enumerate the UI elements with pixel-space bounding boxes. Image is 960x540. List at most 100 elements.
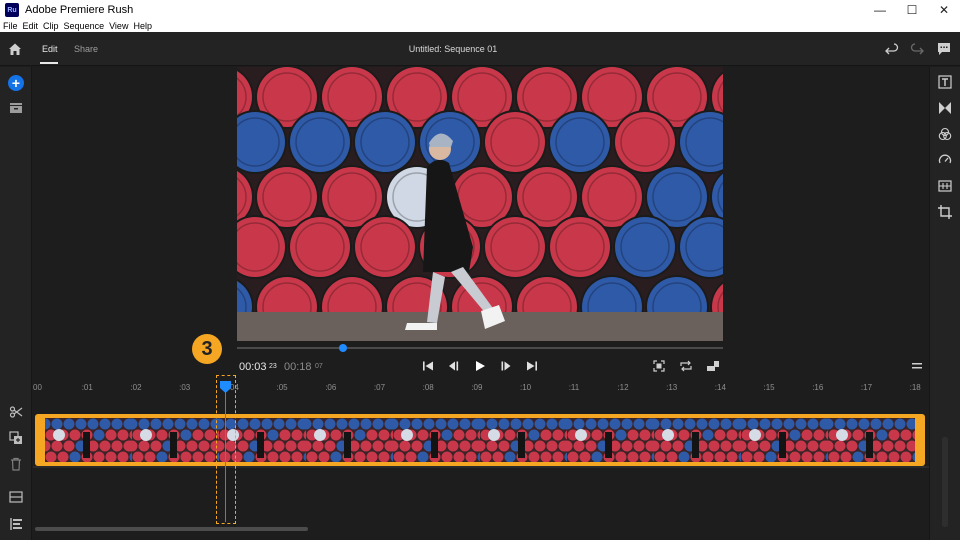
titles-icon[interactable] xyxy=(937,74,953,90)
playhead-highlight-box xyxy=(216,375,236,524)
horizontal-scrollbar[interactable] xyxy=(35,527,308,531)
redo-icon[interactable] xyxy=(909,41,925,57)
ruler-tick-label: :07 xyxy=(373,383,386,392)
thumbnail-barrel xyxy=(411,418,423,430)
thumbnail-barrel xyxy=(900,451,912,462)
aspect-icon[interactable] xyxy=(706,359,720,373)
menu-clip[interactable]: Clip xyxy=(43,21,59,31)
thumbnail-barrel xyxy=(552,451,564,462)
duplicate-icon[interactable] xyxy=(8,430,24,446)
clip-thumbnails xyxy=(45,418,915,462)
vertical-scroll-thumb[interactable] xyxy=(942,437,948,527)
thumbnail-barrel xyxy=(378,429,390,441)
thumbnail-barrel xyxy=(726,451,738,462)
thumbnail-barrel xyxy=(579,451,591,462)
thumbnail-barrel xyxy=(726,429,738,441)
thumbnail-barrel xyxy=(198,440,210,452)
thumbnail-barrel xyxy=(540,451,552,462)
project-assets-icon[interactable] xyxy=(8,100,24,116)
speed-icon[interactable] xyxy=(937,152,953,168)
ruler-tick-label: :16 xyxy=(812,383,824,392)
thumbnail-barrel xyxy=(672,418,684,430)
thumbnail-barrel xyxy=(393,451,405,462)
playhead-line[interactable] xyxy=(225,386,226,522)
thumbnail-white-barrel xyxy=(314,429,326,441)
thumbnail-barrel xyxy=(834,418,846,430)
thumbnail-white-barrel xyxy=(488,429,500,441)
playhead-handle-icon[interactable] xyxy=(220,380,231,393)
thumbnail-barrel xyxy=(465,429,477,441)
audio-icon[interactable] xyxy=(937,178,953,194)
thumbnail-barrel xyxy=(474,418,486,430)
thumbnail-barrel xyxy=(312,418,324,430)
track-list-icon[interactable] xyxy=(8,516,24,532)
delete-icon[interactable] xyxy=(8,456,24,472)
thumbnail-barrel xyxy=(243,451,255,462)
thumbnail-barrel xyxy=(459,418,471,430)
track-controls-icon[interactable] xyxy=(8,489,24,505)
step-back-icon[interactable] xyxy=(447,359,461,373)
thumbnail-person xyxy=(170,432,177,458)
thumbnail-barrel xyxy=(156,429,168,441)
thumbnail-barrel xyxy=(498,418,510,430)
close-button[interactable]: ✕ xyxy=(928,0,960,20)
loop-icon[interactable] xyxy=(679,359,693,373)
preview-scrubber-track[interactable] xyxy=(237,347,723,349)
split-clip-icon[interactable] xyxy=(8,404,24,420)
fit-icon[interactable] xyxy=(652,359,666,373)
step-forward-icon[interactable] xyxy=(499,359,513,373)
thumbnail-barrel xyxy=(87,418,99,430)
thumbnail-barrel xyxy=(846,440,858,452)
timeline-menu-icon[interactable] xyxy=(910,359,924,373)
preview-scrubber-handle[interactable] xyxy=(339,344,347,352)
add-media-icon[interactable]: + xyxy=(8,75,24,91)
menu-sequence[interactable]: Sequence xyxy=(64,21,105,31)
go-to-start-icon[interactable] xyxy=(421,359,435,373)
thumbnail-barrel xyxy=(735,418,747,430)
thumbnail-barrel xyxy=(180,451,192,462)
transform-icon[interactable] xyxy=(937,204,953,220)
thumbnail-barrel xyxy=(45,451,57,462)
thumbnail-barrel xyxy=(93,451,105,462)
feedback-icon[interactable] xyxy=(936,41,952,57)
menu-edit[interactable]: Edit xyxy=(23,21,39,31)
thumbnail-person xyxy=(83,432,90,458)
thumbnail-white-barrel xyxy=(575,429,587,441)
color-icon[interactable] xyxy=(937,126,953,142)
thumbnail-barrel xyxy=(678,451,690,462)
thumbnail-barrel xyxy=(474,440,486,452)
thumbnail-barrel xyxy=(324,418,336,430)
thumbnail-barrel xyxy=(822,418,834,430)
thumbnail-barrel xyxy=(846,418,858,430)
maximize-button[interactable]: ☐ xyxy=(896,0,928,20)
thumbnail-barrel xyxy=(522,418,534,430)
barrel-lid xyxy=(485,112,545,172)
vertical-scrollbar[interactable] xyxy=(942,437,948,527)
thumbnail-barrel xyxy=(150,440,162,452)
program-monitor[interactable] xyxy=(237,67,723,341)
thumbnail-barrel xyxy=(492,451,504,462)
thumbnail-barrel xyxy=(591,451,603,462)
thumbnail-person xyxy=(257,432,264,458)
go-to-end-icon[interactable] xyxy=(525,359,539,373)
video-clip[interactable] xyxy=(35,414,925,466)
thumbnail-barrel xyxy=(204,451,216,462)
menu-view[interactable]: View xyxy=(109,21,128,31)
thumbnail-barrel xyxy=(105,429,117,441)
thumbnail-barrel xyxy=(882,418,894,430)
menu-file[interactable]: File xyxy=(3,21,18,31)
right-tool-panel xyxy=(929,67,960,540)
thumbnail-barrel xyxy=(747,418,759,430)
thumbnail-barrel xyxy=(900,429,912,441)
thumbnail-barrel xyxy=(453,429,465,441)
minimize-button[interactable]: — xyxy=(864,0,896,20)
transitions-icon[interactable] xyxy=(937,100,953,116)
undo-icon[interactable] xyxy=(884,41,900,57)
menu-help[interactable]: Help xyxy=(133,21,152,31)
thumbnail-barrel xyxy=(540,429,552,441)
thumbnail-barrel xyxy=(633,440,645,452)
timeline-ruler[interactable]: 00:01:02:03:04:05:06:07:08:09:10:11:12:1… xyxy=(33,380,929,394)
play-icon[interactable] xyxy=(473,359,487,373)
thumbnail-barrel xyxy=(828,451,840,462)
thumbnail-barrel xyxy=(759,418,771,430)
